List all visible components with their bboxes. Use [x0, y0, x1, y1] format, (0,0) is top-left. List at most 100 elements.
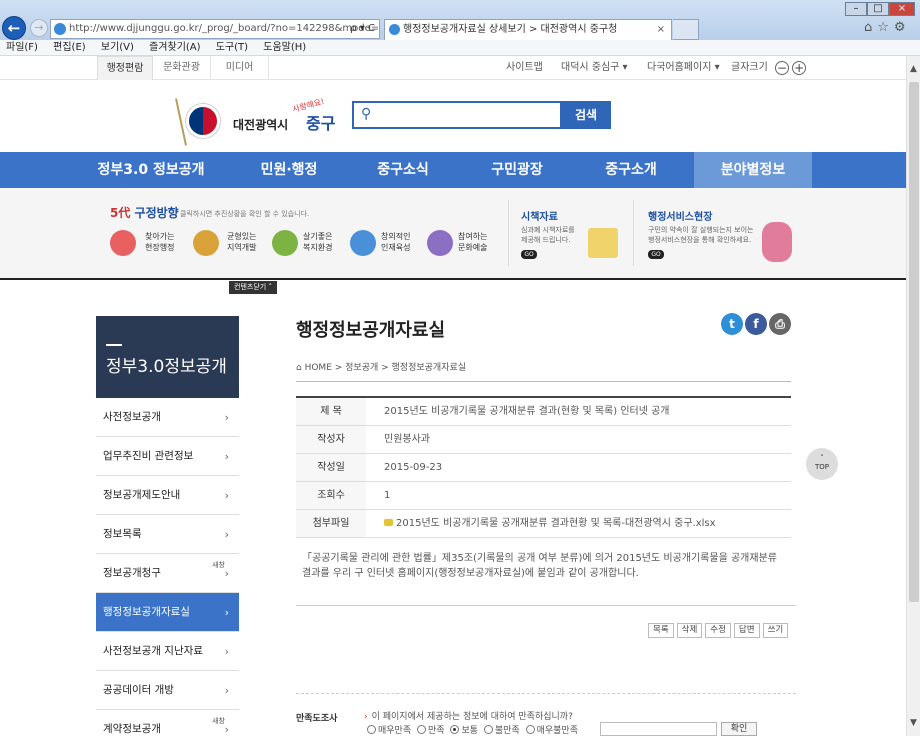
- promo-item-4[interactable]: 창의적인 인재육성: [381, 231, 410, 253]
- page-scrollbar[interactable]: ▲ ▼: [906, 56, 920, 736]
- chevron-right-icon: ›: [224, 606, 229, 619]
- lnb-item-label: 행정정보공개자료실: [103, 606, 190, 618]
- address-bar[interactable]: http://www.djjunggu.go.kr/_prog/_board/?…: [50, 19, 380, 39]
- nav-intro[interactable]: 중구소개: [574, 152, 688, 188]
- chevron-right-icon: ›: [224, 723, 229, 736]
- mascot-icon: [762, 222, 792, 262]
- site-logo[interactable]: 대전광역시 사랑해요! 중구: [175, 97, 338, 148]
- search-icon: ⚲: [361, 106, 372, 122]
- option-label: 불만족: [494, 726, 520, 736]
- survey-confirm-button[interactable]: 확인: [721, 722, 757, 736]
- lnb-item-label: 업무추진비 관련정보: [103, 450, 194, 462]
- survey-label: 만족도조사: [296, 714, 338, 724]
- survey-question: › 이 페이지에서 제공하는 정보에 대하여 만족하십니까?: [364, 709, 573, 722]
- chevron-right-icon: ›: [224, 411, 229, 424]
- row-label: 작성일: [296, 454, 366, 481]
- font-decrease-icon[interactable]: −: [775, 61, 789, 75]
- scroll-thumb[interactable]: [909, 82, 919, 602]
- new-tab-button[interactable]: [673, 19, 699, 40]
- delete-button[interactable]: 삭제: [676, 623, 703, 638]
- print-icon[interactable]: ⎙: [769, 313, 791, 335]
- policy-data-desc: 심과폐 시책자료를 제공해 드립니다.: [521, 226, 575, 244]
- district-select[interactable]: 대덕시 중심구 ▾: [561, 56, 628, 80]
- back-to-top-button[interactable]: ˄ TOP: [806, 448, 838, 480]
- forward-button[interactable]: →: [30, 19, 48, 37]
- util-tab-admin[interactable]: 행정편람: [97, 56, 153, 80]
- option-label: 보통: [461, 726, 478, 736]
- browser-tools-icons[interactable]: ⌂☆⚙: [864, 20, 918, 36]
- nav-gov30[interactable]: 정부3.0 정보공개: [76, 152, 226, 188]
- promo-item-5[interactable]: 참여하는 문화예술: [458, 231, 487, 253]
- nav-plaza[interactable]: 구민광장: [460, 152, 574, 188]
- close-window-button[interactable]: ×: [889, 2, 915, 16]
- plant-icon[interactable]: [272, 230, 298, 256]
- radio-neutral[interactable]: [450, 725, 460, 734]
- nav-field-info[interactable]: 분야별정보: [694, 152, 812, 188]
- divider: [296, 693, 796, 694]
- service-site-go-button[interactable]: GO: [648, 250, 664, 259]
- back-button[interactable]: ←: [2, 16, 26, 40]
- palette-icon[interactable]: [427, 230, 453, 256]
- address-controls[interactable]: ρ ▾ C: [350, 20, 375, 38]
- browser-tab[interactable]: 행정정보공개자료실 상세보기 > 대전광역시 중구청 ×: [384, 19, 672, 40]
- search-input[interactable]: ⚲: [352, 101, 562, 129]
- promo-item-3[interactable]: 살기좋은 복지환경: [303, 231, 332, 253]
- service-site-title[interactable]: 행정서비스현장: [648, 208, 712, 223]
- gear-icon[interactable]: [193, 230, 219, 256]
- menu-help[interactable]: 도움말(H): [263, 42, 306, 53]
- lnb-item[interactable]: 정보공개제도안내 ›: [96, 476, 239, 515]
- lnb-item-active[interactable]: 행정정보공개자료실 ›: [96, 593, 239, 632]
- tab-close-icon[interactable]: ×: [657, 20, 665, 39]
- lnb-item[interactable]: 계약정보공개 새창 ›: [96, 710, 239, 736]
- radio-very-satisfied[interactable]: [367, 725, 376, 734]
- list-button[interactable]: 목록: [648, 623, 674, 638]
- policy-data-title[interactable]: 시책자료: [521, 208, 558, 223]
- lnb-item[interactable]: 사전정보공개 ›: [96, 398, 239, 437]
- edit-button[interactable]: 수정: [705, 623, 731, 638]
- radio-very-dissatisfied[interactable]: [525, 725, 535, 734]
- search-button[interactable]: 검색: [561, 101, 611, 129]
- row-label: 첨부파일: [296, 510, 366, 537]
- scroll-down-icon[interactable]: ▼: [910, 718, 917, 728]
- util-tab-culture[interactable]: 문화관광: [153, 56, 211, 80]
- ie-icon: [389, 24, 400, 35]
- tab-title: 행정정보공개자료실 상세보기 > 대전광역시 중구청: [403, 24, 618, 35]
- new-window-badge: 새창: [212, 561, 225, 569]
- lnb-item[interactable]: 업무추진비 관련정보 ›: [96, 437, 239, 476]
- option-label: 만족: [428, 726, 445, 736]
- menu-edit[interactable]: 편집(E): [53, 42, 86, 53]
- menu-file[interactable]: 파일(F): [6, 42, 38, 53]
- divider: [508, 200, 509, 266]
- reply-button[interactable]: 답변: [733, 623, 760, 638]
- ie-icon: [54, 23, 66, 35]
- menu-tools[interactable]: 도구(T): [216, 42, 248, 53]
- radio-dissatisfied[interactable]: [483, 725, 493, 734]
- minimize-button[interactable]: –: [845, 2, 867, 16]
- policy-data-go-button[interactable]: GO: [521, 250, 537, 259]
- scroll-up-icon[interactable]: ▲: [910, 64, 917, 74]
- lightbulb-icon[interactable]: [350, 230, 376, 256]
- language-select[interactable]: 다국어홈페이지 ▾: [647, 56, 720, 80]
- content-close-button[interactable]: 컨텐츠닫기 ˄: [229, 281, 277, 294]
- nav-civil[interactable]: 민원·행정: [232, 152, 346, 188]
- survey-comment-input[interactable]: [600, 722, 717, 736]
- promo-item-2[interactable]: 균형있는 지역개발: [227, 231, 256, 253]
- logo-gu: 중구: [306, 114, 336, 133]
- sitemap-link[interactable]: 사이트맵: [506, 56, 543, 80]
- util-tab-media[interactable]: 미디어: [211, 56, 269, 80]
- radio-satisfied[interactable]: [417, 725, 426, 734]
- nav-news[interactable]: 중구소식: [346, 152, 460, 188]
- lnb-item[interactable]: 정보공개청구 새창 ›: [96, 554, 239, 593]
- bicycle-icon[interactable]: [110, 230, 136, 256]
- twitter-icon[interactable]: t: [721, 313, 743, 335]
- facebook-icon[interactable]: f: [745, 313, 767, 335]
- maximize-button[interactable]: □: [867, 2, 889, 16]
- write-button[interactable]: 쓰기: [762, 623, 789, 638]
- menu-favorites[interactable]: 즐겨찾기(A): [149, 42, 200, 53]
- font-increase-icon[interactable]: +: [792, 61, 807, 75]
- lnb-item[interactable]: 사전정보공개 지난자료 ›: [96, 632, 239, 671]
- post-views: 1: [384, 490, 391, 501]
- attachment-link[interactable]: 2015년도 비공개기록물 공개재분류 결과현황 및 목록-대전광역시 중구.x…: [384, 510, 716, 538]
- menu-view[interactable]: 보기(V): [101, 42, 134, 53]
- promo-item-1[interactable]: 찾아가는 현장행정: [145, 231, 174, 253]
